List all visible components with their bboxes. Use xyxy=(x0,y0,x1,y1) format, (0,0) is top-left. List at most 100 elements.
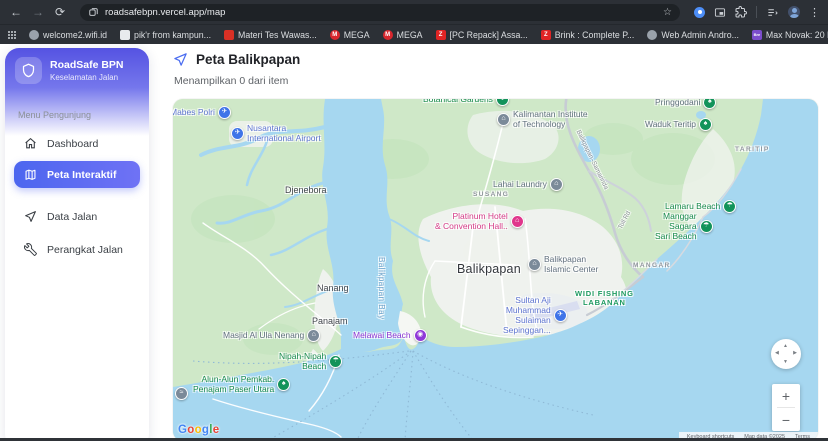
bookmark-mega[interactable]: MMEGA xyxy=(378,27,428,42)
map-label-text: TARITIP xyxy=(735,146,770,154)
map-label-balikpapan[interactable]: Balikpapan xyxy=(457,262,521,277)
browser-menu-icon[interactable]: ⋮ xyxy=(809,6,820,19)
map-label-text: Alun-Alun Pemkab.Penajam Paser Utara xyxy=(193,374,274,394)
map-label-botanical-gardens[interactable]: Botanical Gardens♠ xyxy=(423,99,509,106)
page-title: Peta Balikpapan xyxy=(196,52,300,67)
mosque-icon: ⌂ xyxy=(307,329,320,342)
navigation-icon xyxy=(24,210,37,223)
sidebar-item-data-jalan[interactable]: Data Jalan xyxy=(14,203,140,230)
beach-icon: ☂ xyxy=(329,355,342,368)
sidebar: RoadSafe BPN Keselamatan Jalan Menu Peng… xyxy=(5,48,149,441)
map-label-text: Kalimantan Instituteof Technology xyxy=(513,109,588,129)
park-icon: ♠ xyxy=(496,99,509,106)
zoom-out-button[interactable]: − xyxy=(772,408,800,431)
park-icon: ♠ xyxy=(277,378,290,391)
browser-toolbar: ← → ⟳ roadsafebpn.vercel.app/map ☆ ⋮ xyxy=(0,0,828,24)
z-red-favicon-icon: Z xyxy=(436,30,446,40)
reload-icon[interactable]: ⟳ xyxy=(52,4,68,20)
bookmark-pik-r-from-kampun[interactable]: pik'r from kampun... xyxy=(115,27,216,42)
sidebar-item-perangkat-jalan[interactable]: Perangkat Jalan xyxy=(14,236,140,263)
sidebar-item-label: Dashboard xyxy=(47,138,98,150)
sidebar-item-label: Perangkat Jalan xyxy=(47,244,123,256)
map-label-text: Melawai Beach xyxy=(353,330,411,340)
map-label-text: Platinum Hotel& Convention Hall.. xyxy=(435,211,508,231)
map-label-susang[interactable]: SUSANG xyxy=(473,191,509,199)
google-logo[interactable]: Google xyxy=(178,424,219,436)
ferry-icon: ≈ xyxy=(175,387,188,400)
map-label-taritip[interactable]: TARITIP xyxy=(735,146,770,154)
map-label-panajam[interactable]: Panajam xyxy=(312,316,348,327)
url-text: roadsafebpn.vercel.app/map xyxy=(105,7,657,18)
map-label-platinum-hotel-convention-hall[interactable]: Platinum Hotel& Convention Hall..⌂ xyxy=(435,211,524,231)
map-label-kalimantan-institute-of-techno[interactable]: ⌂Kalimantan Instituteof Technology xyxy=(497,109,588,129)
map-label-widi-fishing-labanan[interactable]: WIDI FISHINGLABANAN xyxy=(575,290,634,308)
map-label-djenebora[interactable]: Djenebora xyxy=(285,185,327,196)
pan-down-icon: ▼ xyxy=(783,359,788,365)
map-label-nipah-nipah-beach[interactable]: Nipah-NipahBeach☂ xyxy=(279,351,342,371)
zoom-in-button[interactable]: + xyxy=(772,384,800,407)
extensions-puzzle-icon[interactable] xyxy=(735,6,747,18)
map-label-text: NusantaraInternational Airport xyxy=(247,123,321,143)
map-label-text: Sultan AjiMuhammadSulaimanSepinggan... xyxy=(503,295,551,335)
navigation-icon xyxy=(173,52,188,67)
bookmark-brink-complete-p[interactable]: ZBrink : Complete P... xyxy=(536,27,640,42)
reading-list-icon[interactable] xyxy=(766,7,779,18)
mega-favicon-icon: M xyxy=(330,30,340,40)
doc-favicon-icon xyxy=(120,30,130,40)
google-logo-letter: o xyxy=(195,424,202,436)
map-label-lahai-laundry[interactable]: Lahai Laundry⌂ xyxy=(493,178,563,191)
map-label-sultan-aji-muhammad-sulaiman-s[interactable]: Sultan AjiMuhammadSulaimanSepinggan...✈ xyxy=(503,295,567,335)
bookmark-star-icon[interactable]: ☆ xyxy=(663,7,672,18)
bookmark-label: Max Novak: 20 FR... xyxy=(766,30,828,40)
map-canvas[interactable]: Mabes Polri✈✈NusantaraInternational Airp… xyxy=(173,99,818,441)
map-label-waduk-teritip[interactable]: Waduk Teritip♠ xyxy=(645,118,712,131)
toolbar-divider xyxy=(756,6,757,18)
map-label-text: Nipah-NipahBeach xyxy=(279,351,326,371)
map-label-text: ManggarSagaraSari Beach xyxy=(655,211,697,241)
bookmark-pc-repack-assa[interactable]: Z[PC Repack] Assa... xyxy=(431,27,533,42)
map-label-mangar[interactable]: MANGAR xyxy=(633,262,671,270)
wrench-icon xyxy=(24,243,37,256)
bookmark-materi-tes-wawas[interactable]: Materi Tes Wawas... xyxy=(219,27,322,42)
shield-icon xyxy=(15,57,42,84)
address-bar[interactable]: roadsafebpn.vercel.app/map ☆ xyxy=(80,4,680,21)
map-label-ferry-icon[interactable]: ≈ xyxy=(175,387,191,400)
pip-icon[interactable] xyxy=(714,7,726,18)
map-label-nusantara-international-airpor[interactable]: ✈NusantaraInternational Airport xyxy=(231,123,321,143)
bookmark-welcome2-wifi-id[interactable]: welcome2.wifi.id xyxy=(24,27,112,42)
sidebar-item-peta-interaktif[interactable]: Peta Interaktif xyxy=(14,161,140,188)
map-label-mabes-polri[interactable]: Mabes Polri✈ xyxy=(173,106,231,119)
map-label-balikpapan-islamic-center[interactable]: ⌂BalikpapanIslamic Center xyxy=(528,254,598,274)
back-icon[interactable]: ← xyxy=(8,4,24,20)
forward-icon[interactable]: → xyxy=(30,4,46,20)
map-label-alun-alun-pemkab-penajam-paser[interactable]: Alun-Alun Pemkab.Penajam Paser Utara♠ xyxy=(193,374,290,394)
map-label-nanang[interactable]: Nanang xyxy=(317,283,349,294)
apps-grid-icon[interactable] xyxy=(8,31,16,39)
sidebar-item-dashboard[interactable]: Dashboard xyxy=(14,130,140,157)
map-label-text: Waduk Teritip xyxy=(645,119,696,129)
app-page: RoadSafe BPN Keselamatan Jalan Menu Peng… xyxy=(0,44,828,441)
pan-control-button[interactable]: ▲ ▼ ◀ ▶ xyxy=(771,339,801,369)
bookmark-max-novak-20-fr[interactable]: BreMax Novak: 20 FR... xyxy=(747,27,828,42)
map-label-text: Nanang xyxy=(317,283,349,294)
profile-avatar[interactable] xyxy=(788,6,800,18)
map-label-text: Pringgodani xyxy=(655,99,700,108)
beach-icon: ☂ xyxy=(723,200,736,213)
globe-favicon-icon xyxy=(29,30,39,40)
extension-blue-icon[interactable] xyxy=(694,7,705,18)
map-label-manggar-sagara-sari-beach[interactable]: ManggarSagaraSari Beach☂ xyxy=(655,211,713,241)
mosque-icon: ⌂ xyxy=(528,258,541,271)
bookmark-web-admin-andro[interactable]: Web Admin Andro... xyxy=(642,27,744,42)
map-label-masjid-al-ula-nenang[interactable]: Masjid Al Ula Nenang⌂ xyxy=(223,329,320,342)
map-label-balikpapan-bay[interactable]: Balikpapan Bay xyxy=(377,257,386,320)
map-label-text: Masjid Al Ula Nenang xyxy=(223,330,304,340)
map-label-pringgodani[interactable]: Pringgodani♠ xyxy=(655,99,716,109)
map-label-text: SUSANG xyxy=(473,191,509,199)
tree-icon: ♠ xyxy=(699,118,712,131)
pan-right-icon: ▶ xyxy=(793,350,797,356)
map-label-melawai-beach[interactable]: Melawai Beach◉ xyxy=(353,329,427,342)
app-subtitle: Keselamatan Jalan xyxy=(50,73,118,82)
red-doc-favicon-icon xyxy=(224,30,234,40)
bookmark-mega[interactable]: MMEGA xyxy=(325,27,375,42)
tab-switcher-icon xyxy=(88,7,99,17)
